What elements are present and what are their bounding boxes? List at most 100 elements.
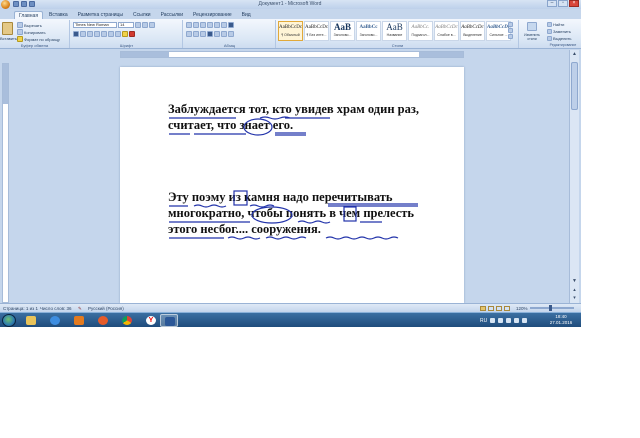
battery-icon[interactable]	[522, 318, 528, 323]
clear-format-icon[interactable]	[149, 22, 155, 28]
style-subtitle[interactable]: AaBbCc. Подзагол...	[408, 21, 433, 41]
save-icon[interactable]	[13, 1, 19, 7]
style-no-spacing[interactable]: AaBbCcDc ¶ Без инте...	[304, 21, 329, 41]
taskbar-yandex[interactable]: Y	[142, 314, 160, 327]
superscript-icon[interactable]	[108, 31, 114, 37]
decrease-indent-icon[interactable]	[207, 22, 213, 28]
paste-icon[interactable]	[2, 22, 13, 35]
taskbar-firefox[interactable]	[94, 314, 112, 327]
grow-font-icon[interactable]	[135, 22, 141, 28]
language-indicator[interactable]: Русский (Россия)	[88, 305, 124, 312]
format-painter-button[interactable]: Формат по образцу	[17, 36, 60, 42]
tab-home[interactable]: Главная	[14, 11, 44, 19]
style-heading-2[interactable]: AaBbCc Заголово...	[356, 21, 381, 41]
flag-icon[interactable]	[506, 318, 512, 323]
copy-button[interactable]: Копировать	[17, 29, 46, 35]
minimize-button[interactable]: –	[547, 0, 557, 7]
align-left-icon[interactable]	[186, 31, 192, 37]
document-page[interactable]: Заблуждается тот, кто увидев храм один р…	[120, 67, 464, 303]
underline-icon[interactable]	[87, 31, 93, 37]
zoom-slider-handle[interactable]	[549, 305, 552, 311]
tab-page-layout[interactable]: Разметка страницы	[74, 11, 127, 19]
horizontal-ruler[interactable]	[120, 51, 464, 58]
select-button[interactable]: Выделить	[547, 36, 571, 41]
clock[interactable]: 18:40 27.01.2016	[546, 314, 576, 326]
sort-icon[interactable]	[221, 22, 227, 28]
tab-insert[interactable]: Вставка	[45, 11, 72, 19]
tab-review[interactable]: Рецензирование	[189, 11, 236, 19]
web-layout-icon[interactable]	[496, 306, 502, 311]
zoom-level[interactable]: 120%	[516, 305, 528, 312]
style-subtle-emphasis[interactable]: AaBbCcDc Слабое в...	[434, 21, 459, 41]
paragraph-1[interactable]: Заблуждается тот, кто увидев храм один р…	[168, 101, 420, 133]
style-emphasis[interactable]: AaBbCcDc Выделение	[460, 21, 485, 41]
chevron-down-icon[interactable]	[508, 28, 513, 33]
paragraph-2[interactable]: Эту поэму из камня надо перечитывать мно…	[168, 189, 420, 237]
close-button[interactable]: ×	[569, 0, 579, 7]
style-heading-1[interactable]: AaB Заголово...	[330, 21, 355, 41]
vertical-scrollbar[interactable]: ▲ ▼ ▴ ▾	[569, 50, 579, 303]
align-center-icon[interactable]	[193, 31, 199, 37]
style-normal[interactable]: AaBbCcDc ¶ Обычный	[278, 21, 303, 41]
borders-icon[interactable]	[228, 31, 234, 37]
taskbar-media[interactable]	[70, 314, 88, 327]
align-right-icon[interactable]	[200, 31, 206, 37]
office-button-icon[interactable]	[1, 0, 10, 9]
taskbar-chrome[interactable]	[118, 314, 136, 327]
help-icon[interactable]	[490, 318, 496, 323]
font-name-select[interactable]: Times New Roman	[73, 22, 117, 28]
redo-icon[interactable]	[29, 1, 35, 7]
increase-indent-icon[interactable]	[214, 22, 220, 28]
word-count[interactable]: Число слов: 36	[40, 305, 72, 312]
undo-icon[interactable]	[21, 1, 27, 7]
more-icon[interactable]	[508, 34, 513, 39]
zoom-slider[interactable]	[530, 307, 574, 309]
tab-references[interactable]: Ссылки	[129, 11, 155, 19]
taskbar-ie[interactable]	[46, 314, 64, 327]
shrink-font-icon[interactable]	[142, 22, 148, 28]
maximize-button[interactable]: ▫	[558, 0, 568, 7]
page-count[interactable]: Страница: 1 из 1	[3, 305, 38, 312]
numbering-icon[interactable]	[193, 22, 199, 28]
outline-icon[interactable]	[504, 306, 510, 311]
strikethrough-icon[interactable]	[94, 31, 100, 37]
window-controls: – ▫ ×	[547, 0, 579, 7]
find-button[interactable]: Найти	[547, 22, 564, 27]
chevron-up-icon[interactable]	[508, 22, 513, 27]
replace-button[interactable]: Заменить	[547, 29, 571, 34]
change-styles-button[interactable]: Изменить стили	[520, 20, 544, 48]
print-layout-icon[interactable]	[480, 306, 486, 311]
scroll-up-icon[interactable]: ▲	[571, 51, 578, 58]
style-title[interactable]: AaB Название	[382, 21, 407, 41]
paste-button[interactable]: Вставить	[0, 36, 17, 41]
full-screen-icon[interactable]	[488, 306, 494, 311]
bold-icon[interactable]	[73, 31, 79, 37]
scroll-thumb[interactable]	[571, 62, 578, 110]
tab-view[interactable]: Вид	[238, 11, 255, 19]
taskbar-explorer[interactable]	[22, 314, 40, 327]
cut-button[interactable]: Вырезать	[17, 22, 42, 28]
proofing-icon[interactable]: ✎	[78, 305, 82, 312]
tab-mailings[interactable]: Рассылки	[157, 11, 187, 19]
prev-page-icon[interactable]: ▴	[571, 287, 578, 294]
italic-icon[interactable]	[80, 31, 86, 37]
subscript-icon[interactable]	[101, 31, 107, 37]
network-icon[interactable]	[498, 318, 504, 323]
highlight-icon[interactable]	[122, 31, 128, 37]
font-color-icon[interactable]	[129, 31, 135, 37]
bullets-icon[interactable]	[186, 22, 192, 28]
scroll-down-icon[interactable]: ▼	[571, 278, 578, 285]
font-size-select[interactable]: 14	[118, 22, 134, 28]
justify-icon[interactable]	[207, 31, 213, 37]
vertical-ruler[interactable]	[2, 63, 9, 303]
multilevel-list-icon[interactable]	[200, 22, 206, 28]
line-spacing-icon[interactable]	[214, 31, 220, 37]
language-indicator[interactable]: RU	[480, 318, 487, 324]
next-page-icon[interactable]: ▾	[571, 295, 578, 302]
show-marks-icon[interactable]	[228, 22, 234, 28]
shading-icon[interactable]	[221, 31, 227, 37]
change-case-icon[interactable]	[115, 31, 121, 37]
taskbar-word[interactable]	[160, 314, 178, 327]
volume-icon[interactable]	[514, 318, 520, 323]
start-button[interactable]	[2, 314, 16, 327]
